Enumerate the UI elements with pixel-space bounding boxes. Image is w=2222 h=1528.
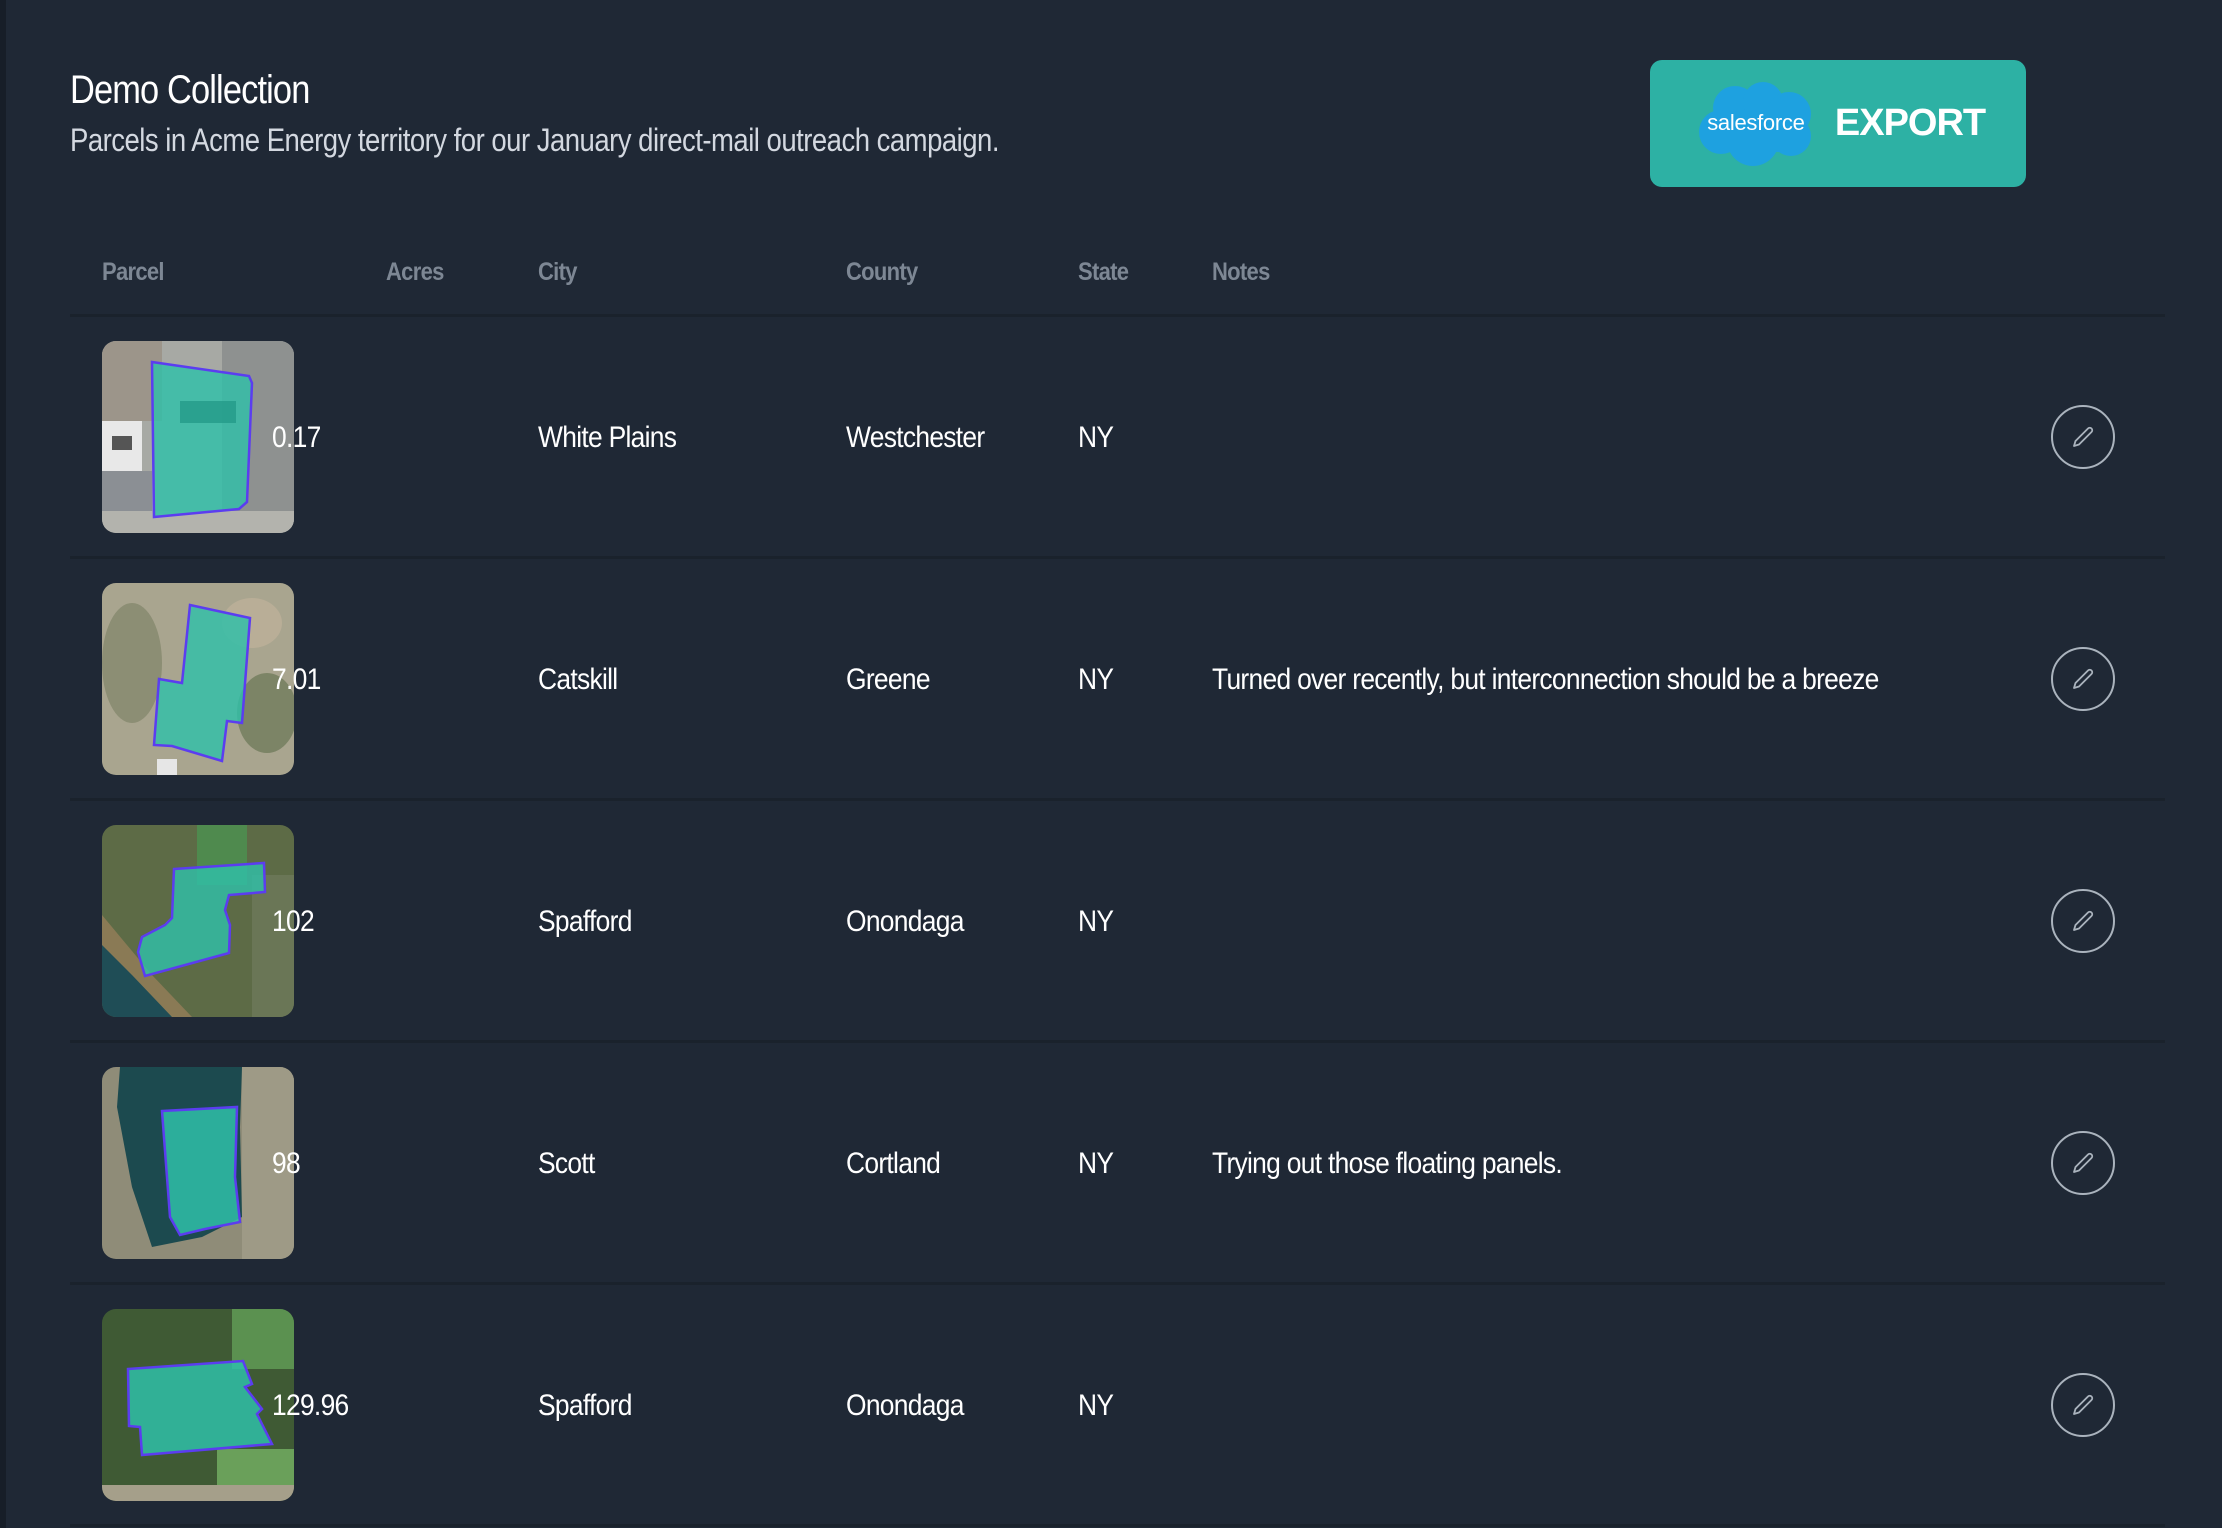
edit-parcel-button[interactable] — [2051, 405, 2115, 469]
table-row[interactable]: 0.17 White Plains Westchester NY — [70, 317, 2165, 559]
collection-header: Demo Collection Parcels in Acme Energy t… — [70, 62, 1150, 162]
salesforce-export-button[interactable]: salesforce EXPORT — [1650, 60, 2026, 187]
state-value: NY — [1078, 905, 1114, 938]
parcel-map-thumbnail[interactable] — [102, 341, 294, 533]
edit-parcel-button[interactable] — [2051, 647, 2115, 711]
left-edge-strip — [0, 0, 6, 1528]
column-header-county[interactable]: County — [846, 258, 918, 287]
county-value: Westchester — [846, 421, 985, 454]
edit-parcel-button[interactable] — [2051, 1131, 2115, 1195]
table-row[interactable]: 7.01 Catskill Greene NY Turned over rece… — [70, 559, 2165, 801]
table-row[interactable]: 98 Scott Cortland NY Trying out those fl… — [70, 1043, 2165, 1285]
edit-parcel-button[interactable] — [2051, 1373, 2115, 1437]
collection-description: Parcels in Acme Energy territory for our… — [70, 122, 999, 158]
column-header-state[interactable]: State — [1078, 258, 1129, 287]
state-value: NY — [1078, 1147, 1114, 1180]
county-value: Onondaga — [846, 1389, 964, 1422]
acres-value: 129.96 — [272, 1389, 349, 1422]
acres-value: 102 — [272, 905, 315, 938]
acres-value: 98 — [272, 1147, 301, 1180]
column-header-city[interactable]: City — [538, 258, 577, 287]
pencil-icon — [2073, 668, 2094, 689]
export-label: EXPORT — [1834, 102, 1986, 144]
notes-value: Turned over recently, but interconnectio… — [1212, 663, 1879, 696]
city-value: Scott — [538, 1147, 595, 1180]
edit-parcel-button[interactable] — [2051, 889, 2115, 953]
parcel-map-thumbnail[interactable] — [102, 1309, 294, 1501]
city-value: Catskill — [538, 663, 618, 696]
pencil-icon — [2073, 910, 2094, 931]
acres-value: 0.17 — [272, 421, 321, 454]
city-value: Spafford — [538, 905, 632, 938]
parcel-map-thumbnail[interactable] — [102, 583, 294, 775]
collection-title: Demo Collection — [70, 68, 310, 112]
pencil-icon — [2073, 426, 2094, 447]
city-value: Spafford — [538, 1389, 632, 1422]
parcel-map-thumbnail[interactable] — [102, 825, 294, 1017]
table-row[interactable]: 102 Spafford Onondaga NY — [70, 801, 2165, 1043]
state-value: NY — [1078, 663, 1114, 696]
salesforce-cloud-icon: salesforce — [1691, 78, 1821, 170]
table-header: Parcel Acres City County State Notes — [70, 240, 2165, 317]
county-value: Onondaga — [846, 905, 964, 938]
county-value: Greene — [846, 663, 931, 696]
city-value: White Plains — [538, 421, 677, 454]
column-header-notes[interactable]: Notes — [1212, 258, 1270, 287]
state-value: NY — [1078, 421, 1114, 454]
county-value: Cortland — [846, 1147, 941, 1180]
acres-value: 7.01 — [272, 663, 321, 696]
column-header-parcel[interactable]: Parcel — [102, 258, 165, 287]
pencil-icon — [2073, 1394, 2094, 1415]
column-header-acres[interactable]: Acres — [386, 258, 444, 287]
parcels-table: Parcel Acres City County State Notes 0.1… — [70, 240, 2165, 1527]
notes-value: Trying out those floating panels. — [1212, 1147, 1563, 1180]
parcel-map-thumbnail[interactable] — [102, 1067, 294, 1259]
state-value: NY — [1078, 1389, 1114, 1422]
pencil-icon — [2073, 1152, 2094, 1173]
salesforce-brand-label: salesforce — [1707, 109, 1805, 135]
table-row[interactable]: 129.96 Spafford Onondaga NY — [70, 1285, 2165, 1527]
